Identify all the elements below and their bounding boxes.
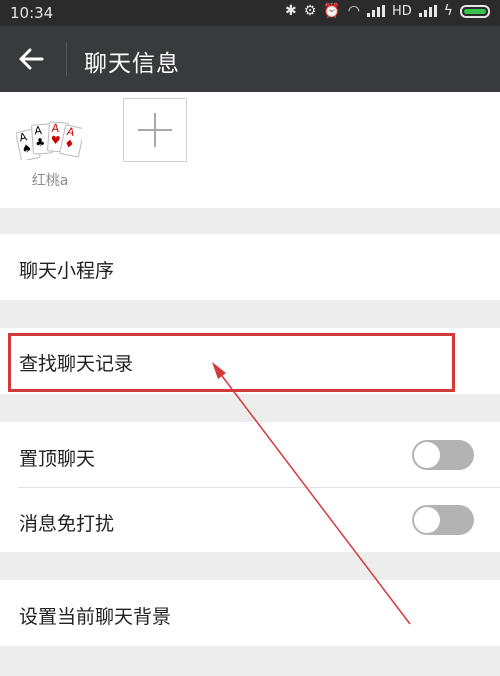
member-item[interactable]: A ♠ A ♣ A ♥ A ♦ 红桃a — [16, 116, 84, 190]
avatar[interactable]: A ♠ A ♣ A ♥ A ♦ — [16, 116, 82, 160]
pin-chat-label: 置顶聊天 — [19, 448, 96, 470]
signal-icon — [366, 5, 385, 17]
bluetooth-icon: ✱ — [285, 3, 297, 19]
signal-icon-2 — [418, 5, 437, 17]
back-arrow-icon[interactable] — [14, 42, 48, 76]
vibrate-icon: ⚙ — [303, 3, 317, 19]
header-divider — [66, 42, 67, 76]
add-member-button[interactable] — [123, 98, 187, 162]
chat-toggles-group: 置顶聊天 消息免打扰 — [0, 422, 500, 552]
wifi-icon: ◠ — [347, 3, 360, 19]
chat-background-row[interactable]: 设置当前聊天背景 — [0, 580, 500, 646]
status-time: 10:34 — [10, 4, 54, 22]
toggle-knob — [414, 442, 440, 468]
member-name: 红桃a — [31, 173, 69, 189]
status-bar: 10:34 ✱ ⚙ ⏰ ◠ HD ϟ — [0, 0, 500, 26]
battery-icon — [460, 4, 490, 18]
top-app-bar: 聊天信息 — [0, 26, 500, 92]
find-chat-history-label: 查找聊天记录 — [19, 353, 134, 375]
row-divider — [18, 487, 500, 488]
charging-icon: ϟ — [443, 3, 453, 19]
alarm-icon: ⏰ — [323, 3, 341, 19]
members-section: A ♠ A ♣ A ♥ A ♦ 红桃a — [0, 92, 500, 208]
status-icons: ✱ ⚙ ⏰ ◠ HD ϟ — [285, 3, 490, 19]
find-chat-history-row[interactable]: 查找聊天记录 — [0, 328, 500, 394]
pin-chat-toggle[interactable] — [412, 440, 474, 470]
toggle-knob — [414, 507, 440, 533]
chat-background-label: 设置当前聊天背景 — [19, 606, 172, 628]
page-title: 聊天信息 — [84, 51, 180, 77]
mini-program-row[interactable]: 聊天小程序 — [0, 234, 500, 300]
mute-label: 消息免打扰 — [19, 513, 115, 535]
network-type-label: HD — [391, 3, 412, 19]
mini-program-label: 聊天小程序 — [19, 260, 115, 282]
mute-toggle[interactable] — [412, 505, 474, 535]
